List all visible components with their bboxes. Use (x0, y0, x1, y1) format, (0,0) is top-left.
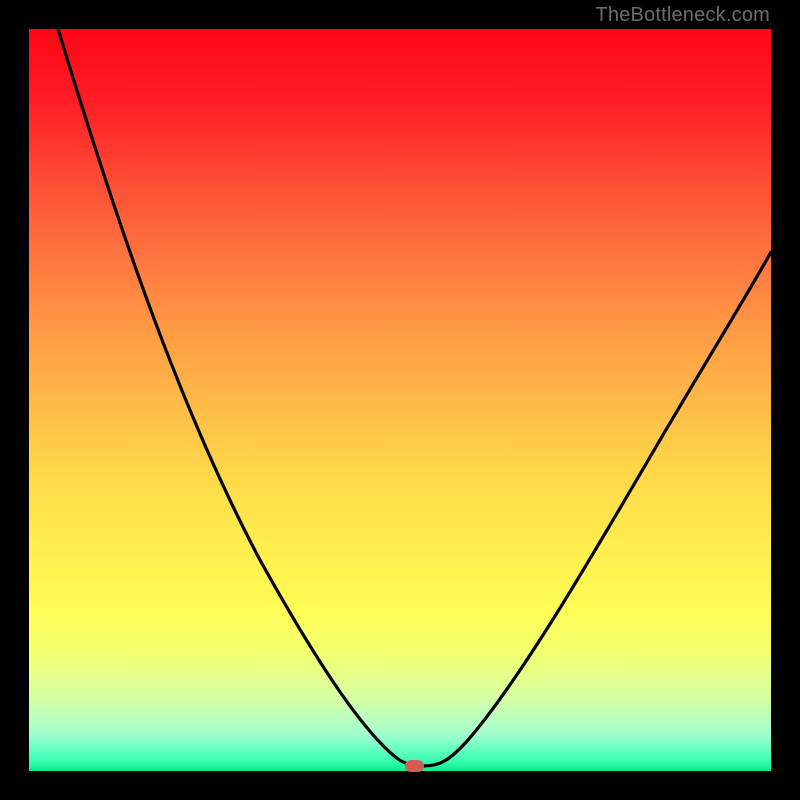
bottleneck-marker (405, 760, 424, 772)
left-curve-path (58, 29, 424, 766)
curve-group (58, 29, 771, 766)
chart-frame: TheBottleneck.com (0, 0, 800, 800)
right-curve-path (424, 252, 771, 766)
bottleneck-curve (0, 0, 800, 800)
watermark-text: TheBottleneck.com (595, 4, 770, 27)
